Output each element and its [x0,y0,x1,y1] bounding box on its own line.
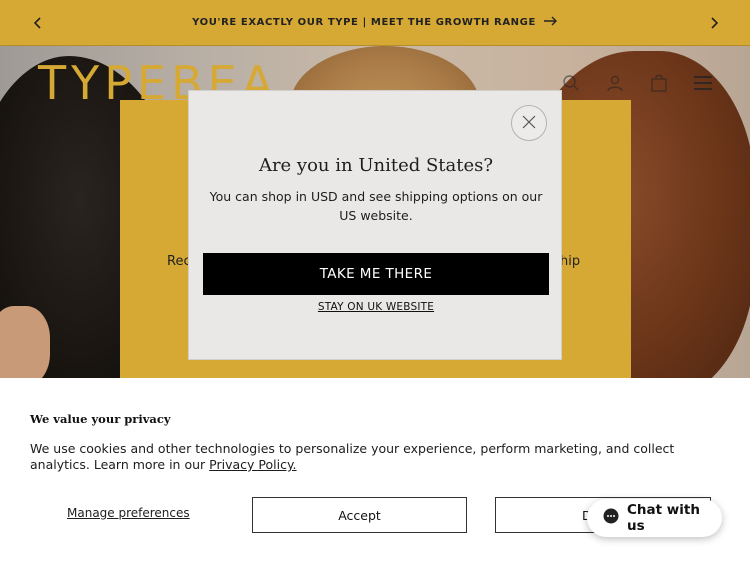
arrow-right-icon [543,16,558,29]
announcement-text: YOU'RE EXACTLY OUR TYPE | MEET THE GROWT… [192,17,536,28]
dialog-description: You can shop in USD and see shipping opt… [209,189,543,223]
cookie-title: We value your privacy [30,412,171,426]
close-button[interactable] [511,105,547,141]
panel-text-right: hip [560,254,581,269]
bag-icon[interactable] [648,72,670,94]
chat-bubble-icon [603,508,619,528]
close-icon [522,114,536,133]
accept-button[interactable]: Accept [252,497,467,533]
search-icon[interactable] [560,72,582,94]
cookie-description: We use cookies and other technologies to… [30,441,675,472]
take-me-there-button[interactable]: TAKE ME THERE [203,253,549,295]
cookie-text: We use cookies and other technologies to… [30,441,720,473]
chevron-left-icon[interactable] [28,13,48,33]
announcement-link[interactable]: YOU'RE EXACTLY OUR TYPE | MEET THE GROWT… [192,16,558,29]
dialog-title: Are you in United States? [258,155,494,176]
privacy-policy-link[interactable]: Privacy Policy. [209,457,296,472]
model-shoulder [0,306,50,378]
chevron-right-icon[interactable] [704,13,724,33]
menu-icon[interactable] [692,72,714,94]
manage-preferences-link[interactable]: Manage preferences [67,506,190,520]
account-icon[interactable] [604,72,626,94]
stay-on-uk-link[interactable]: STAY ON UK WEBSITE [189,301,563,313]
country-dialog: Are you in United States? You can shop i… [188,90,562,360]
chat-label: Chat with us [627,502,700,534]
announcement-bar: YOU'RE EXACTLY OUR TYPE | MEET THE GROWT… [0,0,750,46]
header-icons [560,72,714,94]
chat-widget-button[interactable]: Chat with us [587,499,722,537]
